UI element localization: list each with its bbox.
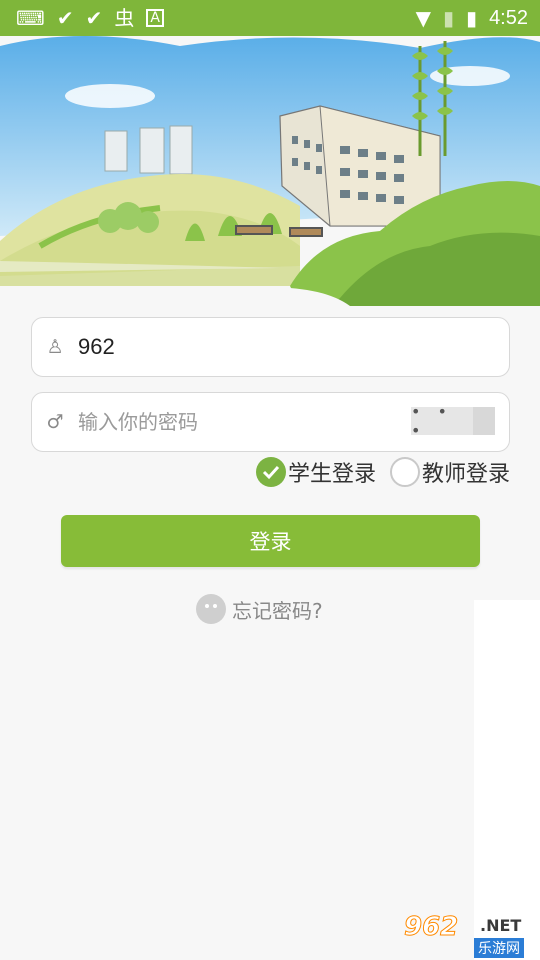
status-bar-left: ⌨ ✔ ✔ 虫 A xyxy=(16,8,164,28)
status-time: 4:52 xyxy=(489,6,528,29)
font-a-icon: A xyxy=(146,9,164,27)
status-bar-right: ▼ ▮ ▮ 4:52 xyxy=(416,7,528,30)
watermark-logo: 962 xyxy=(403,912,459,943)
role-student-label: 学生登录 xyxy=(287,462,376,487)
check-download-icon: ✔ xyxy=(56,6,74,30)
username-field[interactable]: ♙ xyxy=(31,317,510,377)
checkmark-icon xyxy=(262,465,280,480)
bug-icon: 虫 xyxy=(114,6,135,30)
role-selector: 学生登录 教师登录 xyxy=(255,456,510,488)
role-teacher[interactable]: 教师登录 xyxy=(389,456,510,488)
sad-face-icon xyxy=(196,594,226,624)
wifi-icon: ▼ xyxy=(415,6,432,30)
password-toggle-cap xyxy=(473,407,495,435)
role-teacher-label: 教师登录 xyxy=(421,462,510,487)
key-icon: ♂ xyxy=(46,411,64,433)
user-icon: ♙ xyxy=(46,336,64,358)
forgot-password-link[interactable]: 忘记密码? xyxy=(196,594,323,624)
no-sim-icon: ▮ xyxy=(443,6,455,30)
password-visibility-toggle[interactable]: • • • xyxy=(411,402,473,440)
watermark-sub: 乐游网 xyxy=(474,938,524,958)
password-field[interactable]: ♂ • • • xyxy=(31,392,510,452)
campus-illustration-art xyxy=(0,36,540,306)
keyboard-icon: ⌨ xyxy=(16,6,45,30)
campus-illustration xyxy=(0,36,540,306)
radio-unchecked-icon[interactable] xyxy=(389,457,420,487)
side-panel xyxy=(474,600,540,960)
watermark: 962 .NET 乐游网 xyxy=(400,912,536,960)
radio-checked-icon[interactable] xyxy=(255,457,286,487)
check-download-icon: ✔ xyxy=(85,6,103,30)
role-student[interactable]: 学生登录 xyxy=(255,456,376,488)
battery-charging-icon: ▮ xyxy=(466,6,478,30)
status-bar: ⌨ ✔ ✔ 虫 A ▼ ▮ ▮ 4:52 xyxy=(0,0,540,36)
login-button[interactable]: 登录 xyxy=(61,515,480,567)
username-input[interactable] xyxy=(78,318,509,376)
forgot-password-label: 忘记密码? xyxy=(232,598,323,623)
watermark-suffix: .NET xyxy=(480,916,522,935)
